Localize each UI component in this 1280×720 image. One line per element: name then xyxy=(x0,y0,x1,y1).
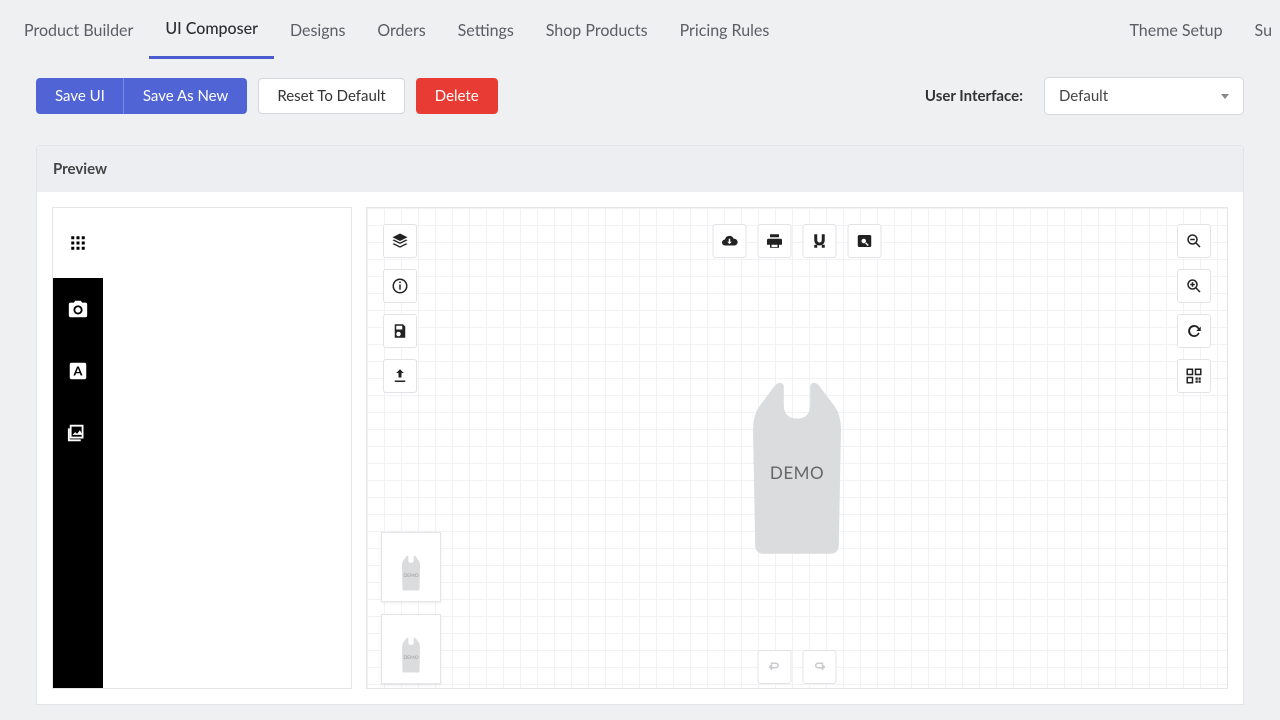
action-bar: Save UI Save As New Reset To Default Del… xyxy=(0,59,1280,133)
view-thumbnails: DEMO DEMO xyxy=(381,532,441,684)
top-nav: Product Builder UI Composer Designs Orde… xyxy=(0,0,1280,59)
tab-ui-composer[interactable]: UI Composer xyxy=(149,0,274,59)
info-icon[interactable] xyxy=(383,269,417,303)
save-icon[interactable] xyxy=(383,314,417,348)
cloud-download-icon[interactable] xyxy=(713,224,747,258)
thumb-label: DEMO xyxy=(403,573,418,579)
zoom-out-icon[interactable] xyxy=(1177,224,1211,258)
camera-icon[interactable] xyxy=(53,278,103,340)
demo-label: DEMO xyxy=(742,462,852,483)
tab-shop-products[interactable]: Shop Products xyxy=(530,1,664,58)
preview-panel: Preview A xyxy=(36,145,1244,705)
tool-strip: A xyxy=(53,208,103,688)
ui-select-value: Default xyxy=(1059,87,1108,105)
tab-theme-setup[interactable]: Theme Setup xyxy=(1114,1,1239,58)
layers-icon[interactable] xyxy=(383,224,417,258)
product-preview: DEMO xyxy=(742,378,852,562)
ui-select-label: User Interface: xyxy=(925,87,1023,105)
preview-title: Preview xyxy=(37,146,1243,192)
thumb-front[interactable]: DEMO xyxy=(381,532,441,602)
reset-button[interactable]: Reset To Default xyxy=(258,78,404,114)
left-tool-column xyxy=(383,224,417,393)
pageview-icon[interactable] xyxy=(848,224,882,258)
refresh-icon[interactable] xyxy=(1177,314,1211,348)
print-icon[interactable] xyxy=(758,224,792,258)
delete-button[interactable]: Delete xyxy=(416,78,498,114)
canvas[interactable]: DEMO DEMO DEMO xyxy=(366,207,1228,689)
svg-text:A: A xyxy=(73,363,83,379)
zoom-in-icon[interactable] xyxy=(1177,269,1211,303)
tab-truncated[interactable]: Su xyxy=(1239,1,1272,58)
thumb-label: DEMO xyxy=(403,655,418,661)
top-tool-row xyxy=(713,224,882,258)
tab-orders[interactable]: Orders xyxy=(361,1,441,58)
upload-icon[interactable] xyxy=(383,359,417,393)
magnet-icon[interactable] xyxy=(803,224,837,258)
tab-settings[interactable]: Settings xyxy=(442,1,530,58)
save-ui-button[interactable]: Save UI xyxy=(36,78,124,114)
image-icon[interactable] xyxy=(53,402,103,464)
tab-product-builder[interactable]: Product Builder xyxy=(8,1,149,58)
thumb-back[interactable]: DEMO xyxy=(381,614,441,684)
save-button-group: Save UI Save As New xyxy=(36,78,247,114)
history-row xyxy=(758,650,837,684)
ui-select[interactable]: Default xyxy=(1044,77,1244,115)
tab-designs[interactable]: Designs xyxy=(274,1,361,58)
save-as-new-button[interactable]: Save As New xyxy=(124,78,247,114)
qr-icon[interactable] xyxy=(1177,359,1211,393)
text-icon[interactable]: A xyxy=(53,340,103,402)
tab-pricing-rules[interactable]: Pricing Rules xyxy=(664,1,786,58)
undo-icon[interactable] xyxy=(758,650,792,684)
right-tool-column xyxy=(1177,224,1211,393)
chevron-down-icon xyxy=(1221,94,1229,99)
apps-icon[interactable] xyxy=(53,208,103,278)
left-rail: A xyxy=(52,207,352,689)
redo-icon[interactable] xyxy=(803,650,837,684)
